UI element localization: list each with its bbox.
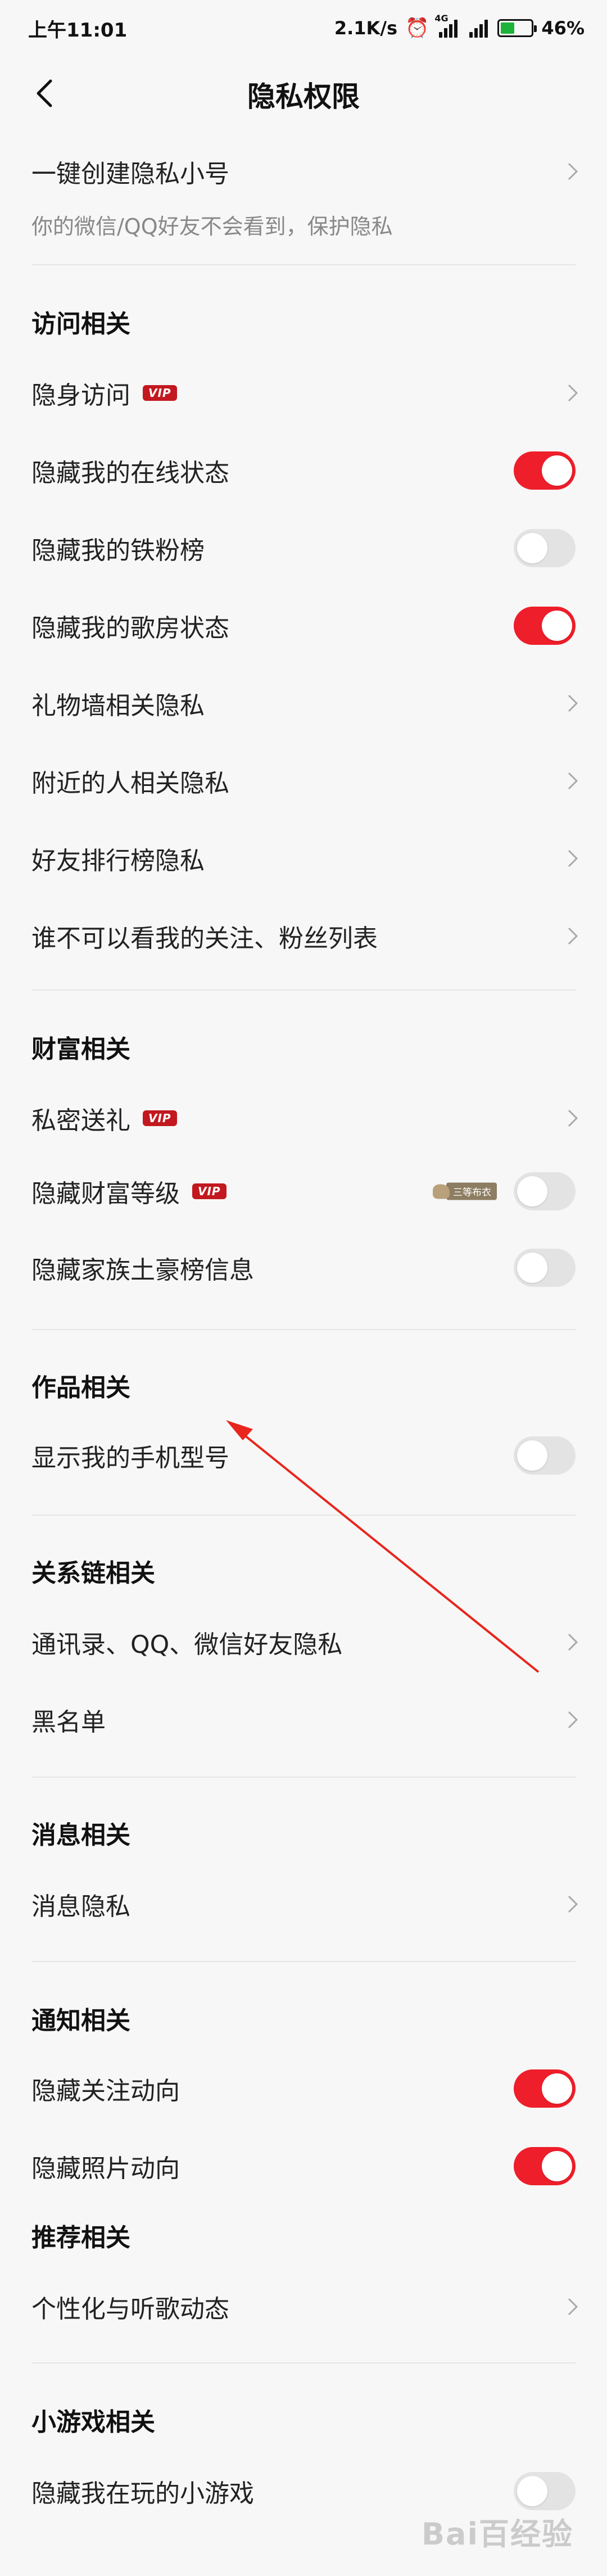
row-msg-privacy[interactable]: 消息隐私: [0, 1865, 607, 1943]
battery-percent: 46%: [541, 17, 585, 39]
alarm-off-icon: ⏰: [405, 17, 429, 39]
divider: [31, 1777, 576, 1778]
section-title-notify: 通知相关: [31, 2006, 130, 2035]
status-time: 上午11:01: [28, 19, 128, 42]
row-label: 隐藏家族土豪榜信息: [31, 1256, 254, 1285]
row-label: 隐藏我的在线状态: [31, 459, 229, 487]
hide-online-toggle[interactable]: [514, 451, 576, 490]
gem-icon: [433, 1184, 450, 1199]
hide-room-toggle[interactable]: [514, 607, 576, 645]
vip-badge: VIP: [143, 1110, 177, 1126]
divider: [31, 989, 576, 991]
row-label: 显示我的手机型号: [31, 1444, 229, 1472]
section-title-message: 消息相关: [31, 1821, 130, 1850]
chevron-right-icon: [568, 384, 578, 402]
row-label: 私密送礼: [31, 1106, 130, 1135]
hide-games-toggle[interactable]: [514, 2472, 576, 2510]
row-hide-photo: 隐藏照片动向: [0, 2127, 607, 2205]
row-private-gift[interactable]: 私密送礼 VIP: [0, 1079, 607, 1157]
chevron-right-icon: [568, 1109, 578, 1127]
row-label: 礼物墙相关隐私: [31, 692, 205, 720]
vip-badge: VIP: [192, 1183, 227, 1199]
row-label: 通讯录、QQ、微信好友隐私: [31, 1630, 343, 1659]
row-label: 隐藏我的歌房状态: [31, 614, 229, 643]
chevron-right-icon: [568, 2298, 578, 2316]
chevron-right-icon: [568, 1895, 578, 1913]
wealth-level-text: 三等布衣: [446, 1182, 497, 1200]
hide-photo-toggle[interactable]: [514, 2147, 576, 2185]
row-hide-online: 隐藏我的在线状态: [0, 432, 607, 509]
row-hide-fans: 隐藏我的铁粉榜: [0, 509, 607, 587]
watermark: Bai百经验: [421, 2516, 573, 2552]
status-bar: 上午11:01 2.1K/s ⏰ 4G 46%: [0, 0, 607, 54]
row-label: 一键创建隐私小号: [31, 160, 229, 188]
divider: [31, 2362, 576, 2363]
battery-icon: [497, 19, 537, 37]
row-label: 隐藏照片动向: [31, 2154, 180, 2183]
section-title-relation: 关系链相关: [31, 1559, 155, 1588]
network-type: 4G: [434, 13, 449, 24]
row-friend-rank[interactable]: 好友排行榜隐私: [0, 820, 607, 897]
row-gift-wall[interactable]: 礼物墙相关隐私: [0, 665, 607, 742]
create-private-account-hint: 你的微信/QQ好友不会看到，保护隐私: [31, 214, 393, 239]
signal-icon: 4G: [434, 13, 459, 38]
chevron-right-icon: [568, 694, 578, 712]
chevron-right-icon: [568, 849, 578, 867]
row-label: 隐身访问: [31, 381, 130, 410]
network-speed: 2.1K/s: [334, 17, 398, 39]
divider: [31, 264, 576, 265]
row-blacklist[interactable]: 黑名单: [0, 1681, 607, 1759]
row-label: 谁不可以看我的关注、粉丝列表: [31, 924, 378, 953]
row-who-cant-see[interactable]: 谁不可以看我的关注、粉丝列表: [0, 897, 607, 975]
row-label: 附近的人相关隐私: [31, 769, 229, 798]
row-nearby[interactable]: 附近的人相关隐私: [0, 742, 607, 820]
row-hide-clan: 隐藏家族土豪榜信息: [0, 1229, 607, 1307]
row-hide-wealth: 隐藏财富等级 VIP 三等布衣: [0, 1153, 607, 1230]
row-label: 消息隐私: [31, 1892, 130, 1921]
divider: [31, 1329, 576, 1330]
row-hide-follow: 隐藏关注动向: [0, 2050, 607, 2127]
hide-wealth-toggle[interactable]: [514, 1172, 576, 1210]
hide-clan-toggle[interactable]: [514, 1249, 576, 1287]
vip-badge: VIP: [143, 385, 177, 401]
chevron-right-icon: [568, 162, 578, 180]
row-label: 个性化与听歌动态: [31, 2295, 229, 2324]
row-contacts[interactable]: 通讯录、QQ、微信好友隐私: [0, 1603, 607, 1681]
row-label: 好友排行榜隐私: [31, 847, 205, 875]
header: 隐私权限: [0, 62, 607, 124]
section-title-visit: 访问相关: [31, 310, 130, 338]
chevron-right-icon: [568, 1711, 578, 1729]
wealth-level-badge: 三等布衣: [433, 1182, 497, 1200]
row-hide-room: 隐藏我的歌房状态: [0, 587, 607, 665]
row-label: 隐藏我的铁粉榜: [31, 536, 205, 565]
chevron-right-icon: [568, 772, 578, 790]
status-icons: 2.1K/s ⏰ 4G 46%: [334, 12, 585, 44]
row-personalize[interactable]: 个性化与听歌动态: [0, 2268, 607, 2345]
section-title-games: 小游戏相关: [31, 2408, 155, 2437]
chevron-right-icon: [568, 927, 578, 945]
chevron-right-icon: [568, 1633, 578, 1651]
section-title-recommend: 推荐相关: [31, 2224, 130, 2252]
section-title-wealth: 财富相关: [31, 1035, 130, 1064]
row-label: 黑名单: [31, 1708, 106, 1737]
row-stealth-visit[interactable]: 隐身访问 VIP: [0, 354, 607, 432]
create-private-account-row[interactable]: 一键创建隐私小号: [0, 135, 607, 208]
hide-follow-toggle[interactable]: [514, 2069, 576, 2108]
divider: [31, 1961, 576, 1962]
row-label: 隐藏关注动向: [31, 2077, 180, 2105]
page-title: 隐私权限: [247, 80, 360, 113]
row-label: 隐藏财富等级: [31, 1179, 180, 1208]
signal-icon-2: [467, 19, 490, 38]
hide-fans-toggle[interactable]: [514, 529, 576, 567]
section-title-works: 作品相关: [31, 1373, 130, 1402]
row-label: 隐藏我在玩的小游戏: [31, 2479, 254, 2508]
